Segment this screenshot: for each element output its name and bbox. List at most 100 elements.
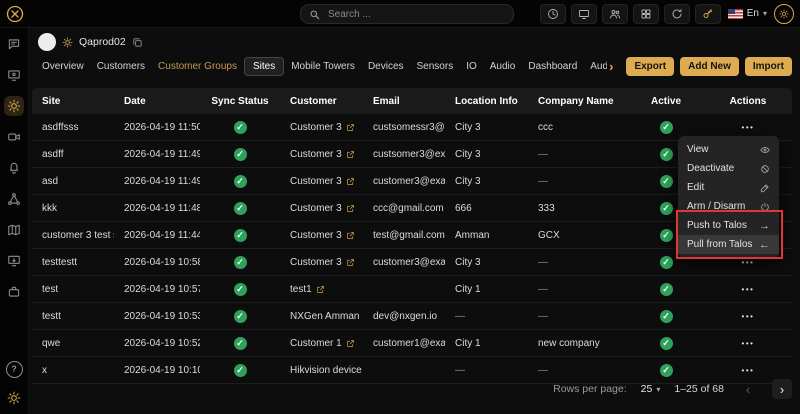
history-button[interactable]	[539, 3, 566, 24]
bell-icon[interactable]	[4, 158, 24, 178]
arrow-right-icon: →	[759, 219, 770, 232]
tab-overview[interactable]: Overview	[36, 57, 90, 76]
export-button[interactable]: Export	[626, 56, 675, 76]
external-link-icon	[346, 258, 354, 266]
cell-site: testtestt	[42, 256, 78, 268]
cell-date: 2026-04-19 11:48	[124, 202, 200, 214]
tab-io[interactable]: IO	[460, 57, 483, 76]
row-actions-button[interactable]: •••	[704, 366, 792, 375]
customer-link[interactable]: Customer 1	[290, 338, 342, 349]
row-actions-button[interactable]: •••	[704, 312, 792, 321]
menu-item-deactivate[interactable]: Deactivate	[678, 159, 779, 178]
page-range: 1–25 of 68	[674, 383, 724, 395]
row-actions-button[interactable]: •••	[704, 285, 792, 294]
sync-button[interactable]	[663, 3, 690, 24]
cell-site: qwe	[42, 337, 61, 349]
menu-item-push-to-talos[interactable]: Push to Talos →	[678, 216, 779, 235]
customer-link[interactable]: Customer 3	[290, 230, 342, 241]
customer-link[interactable]: Hikvision device Audit	[290, 365, 363, 376]
menu-item-pull-from-talos[interactable]: Pull from Talos ←	[678, 235, 779, 254]
customer-link[interactable]: Customer 3	[290, 257, 342, 268]
customer-link[interactable]: Customer 3	[290, 176, 342, 187]
settings-icon[interactable]	[4, 96, 24, 116]
cell-sync-status: ✓	[200, 147, 280, 161]
briefcase-icon[interactable]	[4, 282, 24, 302]
table-row[interactable]: test 2026-04-19 10:57 ✓ test1 City 1 — ✓…	[32, 276, 792, 303]
cell-active: ✓	[628, 363, 704, 377]
chat-icon[interactable]	[4, 34, 24, 54]
cell-company: GCX	[538, 229, 560, 241]
row-actions-button[interactable]: •••	[704, 258, 792, 267]
cell-sync-status: ✓	[200, 336, 280, 350]
tab-mobile-towers[interactable]: Mobile Towers	[285, 57, 361, 76]
search-input[interactable]	[326, 7, 505, 21]
key-button[interactable]	[694, 3, 721, 24]
tabs-scroll-right-button[interactable]: ›	[609, 59, 613, 74]
customer-link[interactable]: test1	[290, 284, 312, 295]
apps-button[interactable]	[632, 3, 659, 24]
cell-location: City 3	[455, 121, 481, 133]
tab-bar: Overview Customers Customer Groups Sites…	[36, 56, 607, 76]
add-new-button[interactable]: Add New	[680, 56, 739, 76]
next-page-button[interactable]: ›	[772, 379, 792, 399]
tab-sensors[interactable]: Sensors	[411, 57, 460, 76]
admin-settings-icon[interactable]	[4, 388, 24, 408]
users-button[interactable]	[601, 3, 628, 24]
import-button[interactable]: Import	[744, 56, 792, 76]
tab-audio[interactable]: Audio	[484, 57, 522, 76]
tab-customers[interactable]: Customers	[91, 57, 151, 76]
row-actions-button[interactable]: •••	[704, 339, 792, 348]
search-bar[interactable]	[300, 4, 514, 24]
cell-site: asd	[42, 175, 59, 187]
theme-toggle[interactable]	[774, 3, 794, 24]
tab-devices[interactable]: Devices	[362, 57, 410, 76]
caret-down-icon: ▾	[656, 384, 661, 394]
cell-site: x	[42, 364, 47, 376]
tab-customer-groups[interactable]: Customer Groups	[152, 57, 243, 76]
table-row[interactable]: asdffsss 2026-04-19 11:50 ✓ Customer 3 c…	[32, 114, 792, 141]
avatar	[38, 33, 56, 51]
topbar: En ▾	[0, 0, 800, 28]
cell-date: 2026-04-19 10:10	[124, 364, 200, 376]
customer-link[interactable]: Customer 3	[290, 203, 342, 214]
users-icon	[609, 9, 620, 18]
table-header: Site Date Sync Status Customer Email Loc…	[32, 88, 792, 114]
menu-item-view[interactable]: View	[678, 140, 779, 159]
map-icon[interactable]	[4, 220, 24, 240]
customer-link[interactable]: Customer 3	[290, 122, 342, 133]
grid-icon	[641, 9, 651, 18]
menu-item-edit[interactable]: Edit	[678, 178, 779, 197]
tab-dashboard[interactable]: Dashboard	[522, 57, 583, 76]
customer-link[interactable]: NXGen Amman	[290, 311, 359, 322]
display-icon[interactable]	[4, 65, 24, 85]
menu-item-label: Arm / Disarm	[687, 201, 746, 212]
active-ok-icon: ✓	[659, 255, 673, 269]
language-selector[interactable]: En ▾	[726, 8, 769, 19]
prev-page-button[interactable]: ‹	[738, 379, 758, 399]
row-actions-button[interactable]: •••	[704, 123, 792, 132]
refresh-icon	[672, 8, 682, 18]
tab-sites[interactable]: Sites	[243, 56, 285, 76]
cast-screen-icon[interactable]	[4, 251, 24, 271]
rows-per-page-select[interactable]: 25 ▾	[641, 383, 661, 395]
table-row[interactable]: qwe 2026-04-19 10:52 ✓ Customer 1 custom…	[32, 330, 792, 357]
customer-link[interactable]: Customer 3	[290, 149, 342, 160]
cell-active: ✓	[628, 336, 704, 350]
external-link-icon	[346, 177, 354, 185]
topology-icon[interactable]	[4, 189, 24, 209]
gear-icon	[62, 37, 73, 47]
cell-site: customer 3 test site	[42, 229, 114, 241]
account-name: Qaprod02	[79, 36, 126, 48]
devices-button[interactable]	[570, 3, 597, 24]
tab-audit[interactable]: Audit	[584, 57, 607, 76]
cell-location: City 1	[455, 283, 481, 295]
sun-icon	[779, 8, 789, 19]
help-button[interactable]: ?	[4, 359, 24, 379]
sync-ok-icon: ✓	[233, 201, 247, 215]
active-ok-icon: ✓	[659, 309, 673, 323]
camera-icon[interactable]	[4, 127, 24, 147]
copy-icon[interactable]	[132, 37, 143, 48]
menu-item-arm-disarm[interactable]: Arm / Disarm	[678, 197, 779, 216]
cell-company: —	[538, 256, 548, 268]
table-row[interactable]: testt 2026-04-19 10:53 ✓ NXGen Amman dev…	[32, 303, 792, 330]
